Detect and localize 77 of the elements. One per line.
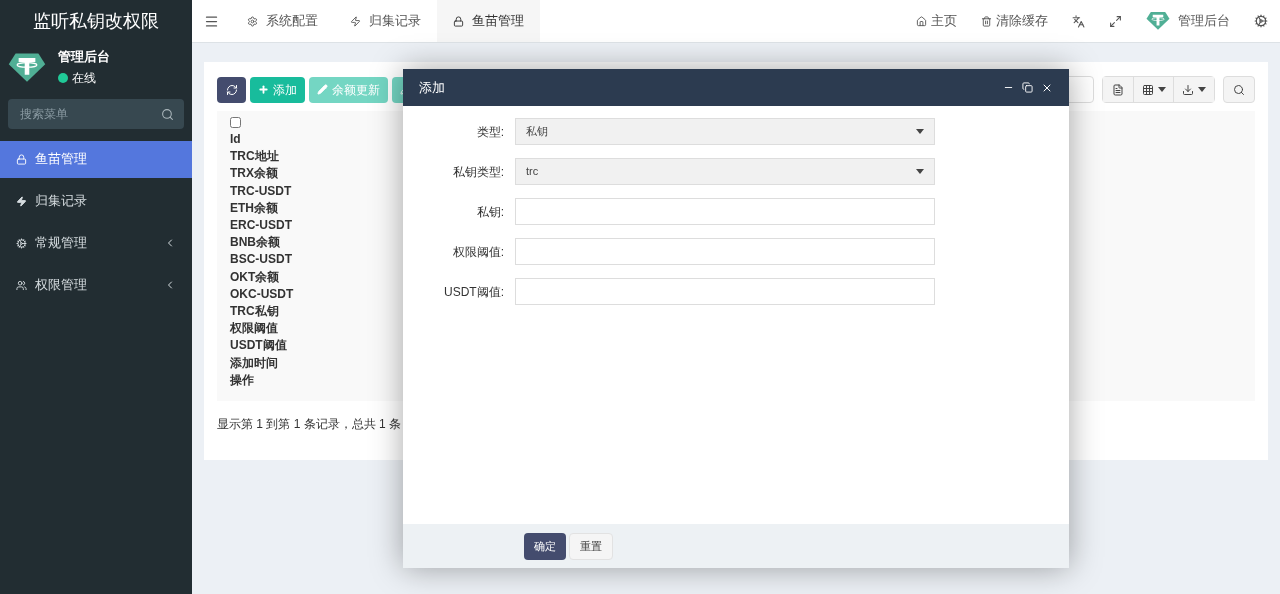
trash-icon: [981, 15, 992, 27]
field-label: 私钥:: [476, 203, 504, 221]
column-header[interactable]: 权限阈值: [230, 320, 278, 338]
sidebar-item[interactable]: 鱼苗管理: [0, 140, 192, 178]
column-header[interactable]: BNB余额: [230, 234, 280, 252]
lock-icon: [16, 153, 27, 165]
dialog-title: 添加: [419, 78, 446, 97]
menu-icon[interactable]: [204, 13, 219, 29]
bolt-icon: [16, 195, 27, 207]
search-icon: [1233, 83, 1245, 96]
search-field[interactable]: 搜索菜单: [8, 98, 184, 129]
column-header[interactable]: 操作: [230, 371, 254, 390]
refresh-icon: [225, 83, 238, 96]
column-header[interactable]: TRC私钥: [230, 303, 279, 321]
field-label: USDT阈值:: [444, 283, 504, 301]
lock-icon: [453, 15, 464, 27]
select-all-checkbox[interactable]: [230, 117, 241, 128]
nav-tab[interactable]: 系统配置: [231, 0, 334, 42]
columns-button[interactable]: [1134, 77, 1174, 102]
search-icon: [161, 107, 174, 121]
select-field[interactable]: 私钥: [515, 118, 935, 145]
user-name: 管理后台: [58, 48, 110, 66]
sidebar-item[interactable]: 常规管理: [0, 224, 192, 262]
export-button[interactable]: [1174, 77, 1214, 102]
pencil-icon: [317, 84, 328, 95]
caret-icon: [916, 129, 924, 134]
caret-icon: [916, 169, 924, 174]
fullscreen-icon[interactable]: [1109, 14, 1122, 28]
column-header[interactable]: ERC-USDT: [230, 217, 292, 235]
home-link[interactable]: 主页: [904, 11, 969, 31]
home-icon: [916, 15, 927, 27]
users-icon: [16, 279, 27, 291]
gears-icon[interactable]: [1254, 14, 1268, 28]
nav-tab[interactable]: 归集记录: [334, 0, 437, 42]
input-field[interactable]: [515, 198, 935, 225]
translate-icon[interactable]: [1072, 14, 1085, 28]
column-header[interactable]: USDT阈值: [230, 337, 287, 355]
app-title: 监听私钥改权限: [32, 10, 160, 33]
download-icon: [1182, 83, 1194, 96]
bolt-icon: [350, 15, 361, 27]
refresh-button[interactable]: [217, 76, 246, 103]
gears-icon: [16, 237, 27, 249]
search-button[interactable]: [1223, 76, 1255, 103]
pagination-info: 显示第 1 到第 1 条记录，总共 1 条: [217, 416, 402, 433]
column-header[interactable]: OKT余额: [230, 268, 280, 286]
plus-icon: [258, 84, 269, 95]
column-header[interactable]: TRX余额: [230, 165, 278, 183]
confirm-button[interactable]: 确定: [524, 532, 566, 560]
reset-button[interactable]: 重置: [569, 532, 613, 560]
field-label: 权限阈值:: [452, 243, 504, 261]
admin-avatar: [1146, 11, 1170, 31]
sidebar-item[interactable]: 归集记录: [0, 182, 192, 220]
document-icon: [1112, 83, 1124, 96]
caret-icon: [1198, 87, 1206, 92]
user-avatar: [8, 51, 46, 82]
column-header[interactable]: 添加时间: [230, 354, 278, 372]
column-header[interactable]: TRC地址: [230, 148, 279, 166]
input-field[interactable]: [515, 238, 935, 265]
column-header[interactable]: TRC-USDT: [230, 182, 292, 200]
column-header[interactable]: Id: [230, 131, 241, 149]
field-label: 私钥类型:: [452, 163, 504, 181]
field-label: 类型:: [476, 123, 504, 141]
nav-tab[interactable]: 鱼苗管理: [437, 0, 540, 42]
select-field[interactable]: trc: [515, 158, 935, 185]
clear-cache-link[interactable]: 清除缓存: [969, 11, 1060, 31]
column-header[interactable]: BSC-USDT: [230, 251, 292, 269]
grid-icon: [1141, 83, 1154, 96]
gear-icon: [247, 15, 258, 27]
caret-icon: [1157, 87, 1166, 92]
column-header[interactable]: ETH余额: [230, 199, 278, 217]
restore-icon[interactable]: [1022, 82, 1033, 93]
user-status: 在线: [72, 69, 96, 87]
column-header[interactable]: OKC-USDT: [230, 285, 294, 304]
table-view-button[interactable]: [1103, 77, 1134, 102]
admin-name[interactable]: 管理后台: [1178, 11, 1230, 31]
sidebar-item[interactable]: 权限管理: [0, 266, 192, 304]
input-field[interactable]: [515, 278, 935, 305]
